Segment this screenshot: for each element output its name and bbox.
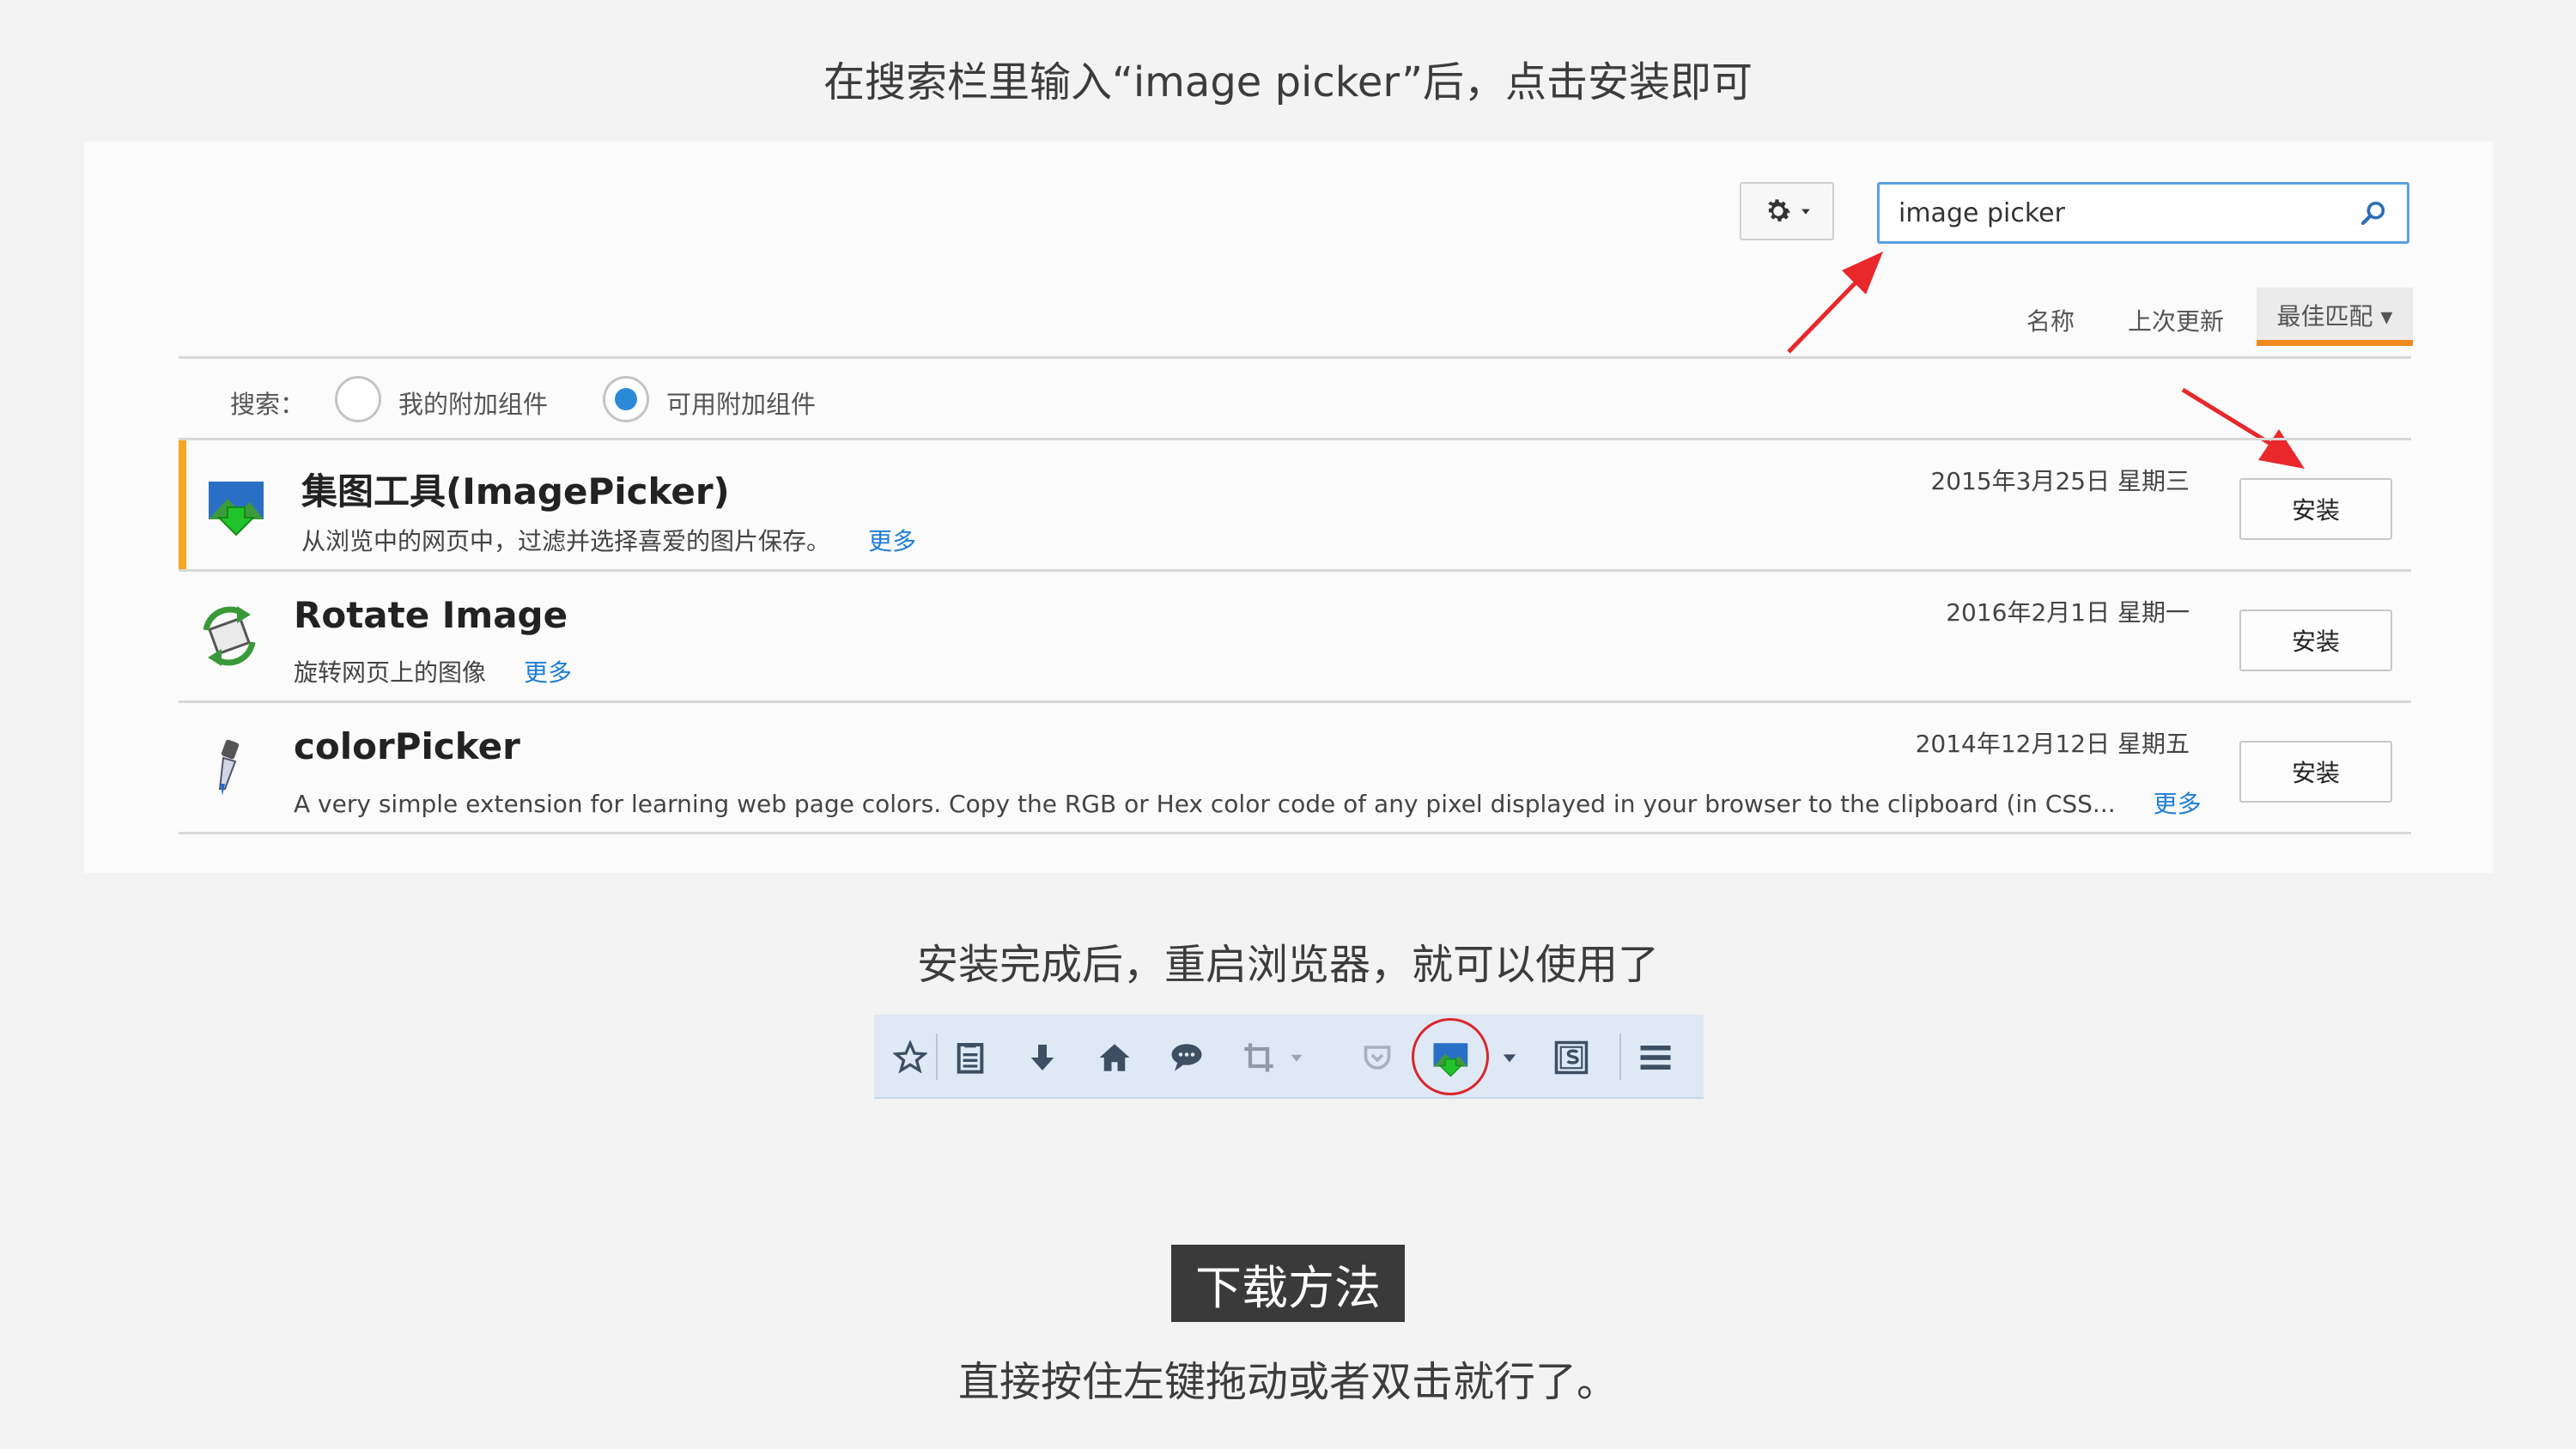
search-input-value[interactable]: image picker — [1899, 198, 2359, 228]
radio-available-addons[interactable] — [603, 376, 649, 422]
gear-icon — [1768, 199, 1791, 221]
sort-by-name-tab[interactable]: 名称 — [2026, 301, 2075, 343]
caption-middle: 安装完成后，重启浏览器，就可以使用了 — [916, 941, 1659, 989]
addon-date: 2014年12月12日 星期五 — [1915, 730, 2190, 758]
install-button[interactable]: 安装 — [2239, 741, 2392, 803]
separator — [1619, 1034, 1621, 1080]
sort-by-best-match-tab[interactable]: 最佳匹配 ▾ — [2257, 288, 2413, 346]
chat-icon[interactable] — [1163, 1034, 1211, 1082]
more-link[interactable]: 更多 — [868, 527, 916, 555]
addon-title[interactable]: 集图工具(ImagePicker) — [301, 463, 730, 515]
addon-date: 2016年2月1日 星期一 — [1946, 598, 2190, 627]
divider — [179, 356, 2411, 359]
dropdown-icon[interactable] — [1279, 1034, 1314, 1082]
rotate-image-icon — [203, 606, 256, 666]
home-icon[interactable] — [1091, 1034, 1139, 1082]
image-picker-icon — [209, 482, 264, 537]
download-method-label: 下载方法 — [1171, 1245, 1405, 1322]
install-button[interactable]: 安装 — [2239, 609, 2392, 671]
addon-row-imagepicker[interactable]: 集图工具(ImagePicker) 从浏览中的网页中，过滤并选择喜爱的图片保存。… — [179, 440, 2411, 569]
red-arrow-to-search — [1787, 252, 1883, 354]
addon-row-colorpicker[interactable]: colorPicker A very simple extension for … — [179, 703, 2411, 832]
radio-available-addons-label[interactable]: 可用附加组件 — [666, 385, 816, 421]
caption-top: 在搜索栏里输入“image picker”后，点击安装即可 — [823, 58, 1753, 106]
browser-toolbar — [874, 1015, 1704, 1099]
s-icon[interactable] — [1547, 1034, 1595, 1082]
image-picker-icon[interactable] — [1427, 1034, 1475, 1082]
crop-icon[interactable] — [1235, 1034, 1283, 1082]
menu-icon[interactable] — [1631, 1034, 1680, 1082]
search-scope-label: 搜索： — [230, 390, 306, 419]
install-button[interactable]: 安装 — [2239, 478, 2392, 540]
sort-by-last-updated-tab[interactable]: 上次更新 — [2128, 301, 2224, 343]
tools-gear-button[interactable] — [1740, 182, 1834, 240]
color-picker-icon — [218, 739, 240, 796]
pocket-icon[interactable] — [1353, 1034, 1401, 1082]
more-link[interactable]: 更多 — [2154, 790, 2202, 818]
search-icon[interactable] — [2359, 198, 2388, 227]
separator — [936, 1034, 938, 1080]
addon-title[interactable]: Rotate Image — [294, 594, 568, 636]
addon-description: 从浏览中的网页中，过滤并选择喜爱的图片保存。 — [301, 527, 831, 555]
reading-list-icon[interactable] — [946, 1034, 994, 1082]
download-icon[interactable] — [1018, 1034, 1066, 1082]
radio-my-addons-label[interactable]: 我的附加组件 — [398, 385, 548, 421]
search-field[interactable]: image picker — [1877, 182, 2409, 244]
dropdown-icon[interactable] — [1492, 1034, 1527, 1082]
addon-description: A very simple extension for learning web… — [294, 790, 2116, 818]
caption-bottom: 直接按住左键拖动或者双击就行了。 — [957, 1358, 1618, 1406]
addon-row-rotate-image[interactable]: Rotate Image 旋转网页上的图像 更多 2016年2月1日 星期一 安装 — [179, 572, 2411, 700]
star-icon[interactable] — [886, 1034, 934, 1082]
addon-title[interactable]: colorPicker — [294, 725, 520, 767]
addon-date: 2015年3月25日 星期三 — [1930, 467, 2190, 495]
divider — [179, 832, 2411, 834]
addons-manager-panel: image picker 名称 上次更新 最佳匹配 ▾ 搜索： 我的附加组件 可… — [84, 142, 2493, 873]
addon-description: 旋转网页上的图像 — [294, 658, 487, 687]
chevron-down-icon — [1801, 209, 1810, 215]
radio-my-addons[interactable] — [335, 376, 381, 422]
more-link[interactable]: 更多 — [524, 658, 572, 687]
